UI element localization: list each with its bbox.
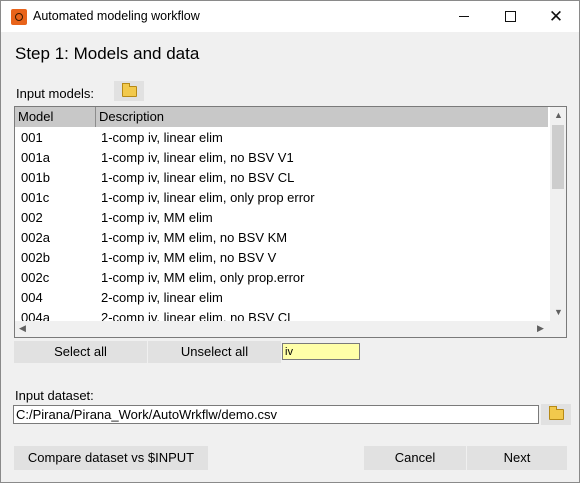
- description-cell: 1-comp iv, linear elim, only prop error: [101, 190, 315, 205]
- model-cell: 001b: [21, 170, 50, 185]
- close-icon: ✕: [548, 7, 564, 26]
- app-icon: [11, 9, 27, 25]
- description-cell: 1-comp iv, linear elim, no BSV V1: [101, 150, 294, 165]
- models-table[interactable]: Model Description 001 1-comp iv, linear e…: [14, 106, 567, 338]
- model-cell: 002a: [21, 230, 50, 245]
- workflow-window: Automated modeling workflow ✕ Step 1: Mo…: [0, 0, 580, 483]
- table-row[interactable]: 001a 1-comp iv, linear elim, no BSV V1: [15, 148, 548, 168]
- scroll-down-icon[interactable]: ▼: [554, 307, 563, 317]
- table-row[interactable]: 002b 1-comp iv, MM elim, no BSV V: [15, 248, 548, 268]
- table-row[interactable]: 001 1-comp iv, linear elim: [15, 128, 548, 148]
- model-cell: 002: [21, 210, 43, 225]
- vertical-scroll-thumb[interactable]: [552, 125, 564, 189]
- description-cell: 1-comp iv, linear elim, no BSV CL: [101, 170, 295, 185]
- maximize-button[interactable]: [487, 1, 533, 32]
- table-row[interactable]: 004 2-comp iv, linear elim: [15, 288, 548, 308]
- column-header-model[interactable]: Model: [15, 107, 96, 127]
- horizontal-scrollbar[interactable]: ◀ ▶: [15, 321, 550, 337]
- scroll-right-icon[interactable]: ▶: [537, 323, 544, 334]
- model-cell: 001: [21, 130, 43, 145]
- input-dataset-label: Input dataset:: [15, 388, 94, 403]
- scroll-left-icon[interactable]: ◀: [19, 323, 26, 334]
- model-cell: 004: [21, 290, 43, 305]
- folder-icon: [548, 406, 564, 420]
- table-row[interactable]: 004a 2-comp iv, linear elim, no BSV CL: [15, 308, 548, 321]
- table-row[interactable]: 001b 1-comp iv, linear elim, no BSV CL: [15, 168, 548, 188]
- compare-dataset-button[interactable]: Compare dataset vs $INPUT: [14, 446, 208, 470]
- table-header: Model Description: [15, 107, 548, 127]
- filter-input[interactable]: iv: [282, 343, 360, 360]
- dataset-path-field[interactable]: C:/Pirana/Pirana_Work/AutoWrkflw/demo.cs…: [13, 405, 539, 424]
- open-models-folder-button[interactable]: [114, 81, 144, 101]
- close-button[interactable]: ✕: [533, 1, 579, 32]
- step-title: Step 1: Models and data: [15, 44, 200, 63]
- description-cell: 1-comp iv, MM elim, only prop.error: [101, 270, 305, 285]
- unselect-all-button[interactable]: Unselect all: [148, 341, 281, 363]
- description-cell: 1-comp iv, linear elim: [101, 130, 223, 145]
- input-models-label: Input models:: [16, 86, 95, 101]
- column-header-description[interactable]: Description: [96, 107, 548, 127]
- minimize-icon: [459, 16, 469, 17]
- select-all-button[interactable]: Select all: [14, 341, 147, 363]
- window-title: Automated modeling workflow: [33, 9, 200, 23]
- open-dataset-folder-button[interactable]: [541, 404, 571, 425]
- table-row[interactable]: 002 1-comp iv, MM elim: [15, 208, 548, 228]
- title-bar: Automated modeling workflow ✕: [1, 1, 579, 32]
- minimize-button[interactable]: [441, 1, 487, 32]
- description-cell: 1-comp iv, MM elim, no BSV KM: [101, 230, 288, 245]
- model-cell: 001a: [21, 150, 50, 165]
- scroll-corner: [550, 321, 566, 337]
- table-row[interactable]: 002a 1-comp iv, MM elim, no BSV KM: [15, 228, 548, 248]
- vertical-scrollbar[interactable]: ▲ ▼: [550, 107, 566, 321]
- model-cell: 001c: [21, 190, 50, 205]
- model-cell: 004a: [21, 310, 50, 321]
- table-row[interactable]: 002c 1-comp iv, MM elim, only prop.error: [15, 268, 548, 288]
- next-button[interactable]: Next: [467, 446, 567, 470]
- scroll-up-icon[interactable]: ▲: [554, 110, 563, 120]
- description-cell: 1-comp iv, MM elim, no BSV V: [101, 250, 277, 265]
- description-cell: 2-comp iv, linear elim, no BSV CL: [101, 310, 295, 321]
- model-cell: 002c: [21, 270, 50, 285]
- maximize-icon: [504, 11, 516, 22]
- description-cell: 2-comp iv, linear elim: [101, 290, 223, 305]
- table-rows: 001 1-comp iv, linear elim 001a 1-comp iv,…: [15, 128, 548, 321]
- folder-icon: [121, 82, 137, 97]
- model-cell: 002b: [21, 250, 50, 265]
- description-cell: 1-comp iv, MM elim: [101, 210, 213, 225]
- table-row[interactable]: 001c 1-comp iv, linear elim, only prop er…: [15, 188, 548, 208]
- cancel-button[interactable]: Cancel: [364, 446, 466, 470]
